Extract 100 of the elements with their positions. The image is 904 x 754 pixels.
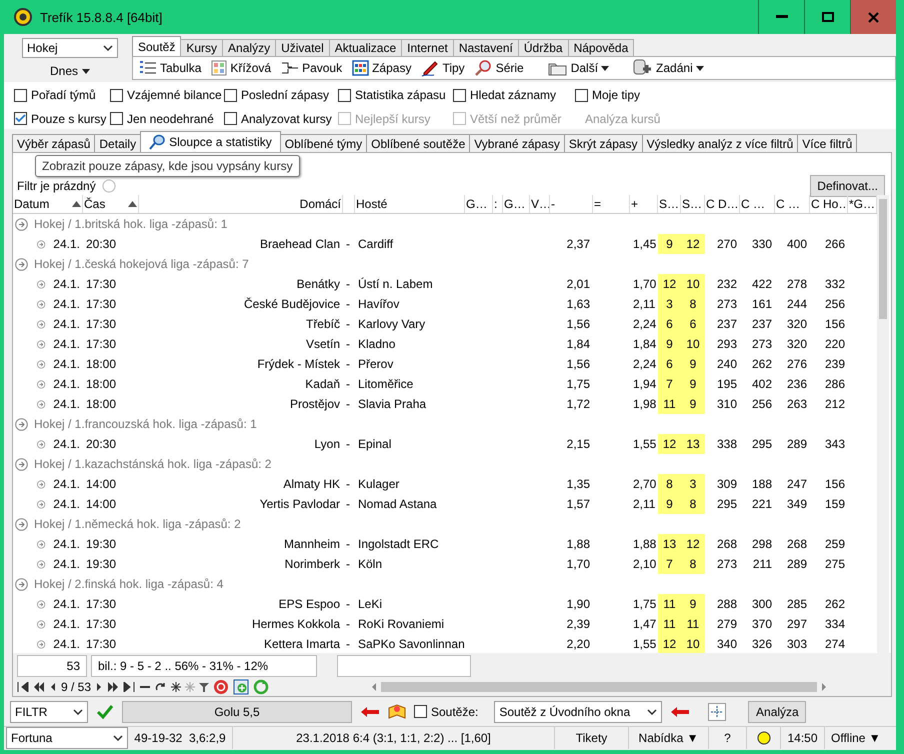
toolbar-button[interactable]: Tipy bbox=[421, 59, 465, 77]
previous-icon[interactable] bbox=[49, 682, 57, 692]
column-header[interactable]: Domácí bbox=[300, 197, 341, 212]
column-header[interactable]: G… bbox=[504, 197, 526, 212]
group-header[interactable]: Hokej / 1.česká hokejová liga -zápasů: 7 bbox=[34, 257, 249, 272]
panel-tab[interactable]: Vybrané zápasy bbox=[469, 134, 565, 152]
menu-tab[interactable]: Uživatel bbox=[275, 39, 330, 56]
vertical-scrollbar[interactable] bbox=[877, 195, 889, 654]
stop-icon[interactable] bbox=[213, 678, 230, 695]
group-header[interactable]: Hokej / 1.britská hok. liga -zápasů: 1 bbox=[34, 217, 228, 232]
panel-tab[interactable]: Více filtrů bbox=[797, 134, 858, 152]
menu-tab[interactable]: Analýzy bbox=[222, 39, 276, 56]
toolbar-button[interactable]: Křížová bbox=[211, 60, 272, 76]
column-header[interactable]: C … bbox=[776, 197, 800, 212]
panel-tab[interactable]: Sloupce a statistiky bbox=[140, 131, 281, 152]
close-button[interactable] bbox=[850, 0, 896, 34]
column-header[interactable]: S… bbox=[659, 197, 680, 212]
connection-menu[interactable]: Offline ▼ bbox=[825, 727, 887, 750]
table-cell: Vsetín bbox=[306, 337, 340, 352]
left-arrow-icon[interactable] bbox=[360, 706, 380, 717]
menu-tab[interactable]: Kursy bbox=[180, 39, 224, 56]
checkbox-option[interactable]: Analyzovat kursy bbox=[224, 110, 338, 128]
checkbox-option[interactable]: Pořadí týmů bbox=[14, 86, 110, 104]
table-cell: - bbox=[346, 277, 350, 292]
checkbox-option[interactable]: Hledat záznamy bbox=[453, 86, 575, 104]
sport-select[interactable]: Hokej bbox=[22, 38, 118, 58]
group-header[interactable]: Hokej / 1.německá hok. liga -zápasů: 2 bbox=[34, 517, 241, 532]
panel-tab[interactable]: Oblíbené týmy bbox=[280, 134, 368, 152]
checkbox-option[interactable]: Moje tipy bbox=[575, 86, 896, 104]
toolbar-button[interactable]: Tabulka bbox=[139, 60, 202, 76]
panel-tab[interactable]: Skrýt zápasy bbox=[564, 134, 643, 152]
group-header[interactable]: Hokej / 1.kazachstánská hok. liga -zápasů: 2 bbox=[34, 457, 272, 472]
add-icon[interactable] bbox=[233, 678, 250, 695]
checkbox-option[interactable]: Jen neodehrané bbox=[110, 110, 224, 128]
table-cell: Slavia Praha bbox=[358, 397, 426, 412]
checkmark-icon[interactable] bbox=[96, 704, 114, 720]
define-button[interactable]: Definovat... bbox=[810, 175, 885, 198]
fast-forward-icon[interactable] bbox=[107, 682, 120, 692]
toolbar-button[interactable]: Zápasy bbox=[352, 60, 412, 76]
table-cell: EPS Espoo bbox=[278, 597, 340, 612]
group-header[interactable]: Hokej / 2.finská hok. liga -zápasů: 4 bbox=[34, 577, 224, 592]
toolbar-button[interactable]: Další bbox=[548, 60, 610, 76]
panel-tab[interactable]: Výběr zápasů bbox=[12, 134, 96, 152]
column-header[interactable]: V… bbox=[531, 197, 549, 212]
next-icon[interactable] bbox=[95, 682, 104, 692]
analysis-button[interactable]: Analýza bbox=[748, 700, 806, 723]
column-header[interactable]: C … bbox=[741, 197, 765, 212]
checkbox-option[interactable]: Statistika zápasu bbox=[338, 86, 453, 104]
checkbox-option[interactable]: Poslední zápasy bbox=[224, 86, 338, 104]
column-header[interactable]: *G… bbox=[849, 197, 876, 212]
menu-tab[interactable]: Nastavení bbox=[452, 39, 519, 56]
filter-icon[interactable] bbox=[199, 682, 210, 692]
column-header[interactable]: S… bbox=[682, 197, 702, 212]
column-header[interactable]: : bbox=[494, 197, 498, 212]
table-cell: 266 bbox=[824, 237, 845, 252]
toolbar-button[interactable]: Série bbox=[474, 59, 524, 77]
table-cell: České Budějovice bbox=[244, 297, 340, 312]
panel-tab[interactable]: Výsledky analýz z více filtrů bbox=[642, 134, 798, 152]
redo-icon[interactable] bbox=[155, 682, 168, 692]
last-icon[interactable] bbox=[123, 682, 136, 692]
competition-select[interactable]: Soutěž z Úvodního okna bbox=[494, 700, 662, 723]
rewind-icon[interactable] bbox=[33, 682, 45, 692]
competitions-checkbox[interactable]: Soutěže: bbox=[414, 702, 478, 721]
checkbox-option[interactable]: Vzájemné bilance bbox=[110, 86, 224, 104]
menu-tab[interactable]: Aktualizace bbox=[328, 39, 402, 56]
tickets-button[interactable]: Tikety bbox=[555, 727, 629, 750]
move-icon[interactable] bbox=[708, 702, 726, 721]
column-header[interactable]: = bbox=[594, 197, 602, 212]
column-header[interactable]: C Ho… bbox=[811, 197, 847, 212]
first-icon[interactable] bbox=[17, 682, 29, 692]
column-header[interactable]: Hosté bbox=[356, 197, 388, 212]
panel-tab[interactable]: Detaily bbox=[94, 134, 142, 152]
menu-tab[interactable]: Internet bbox=[401, 39, 454, 56]
column-header[interactable]: G… bbox=[466, 197, 488, 212]
filter-select[interactable]: FILTR bbox=[10, 700, 88, 723]
menu-tab[interactable]: Nápověda bbox=[568, 39, 634, 56]
table-cell: 263 bbox=[786, 397, 807, 412]
group-header[interactable]: Hokej / 1.francouzská hok. liga -zápasů: 1 bbox=[34, 417, 257, 432]
toolbar-button[interactable]: Zadáni bbox=[633, 59, 704, 77]
table-cell: 1,47 bbox=[633, 617, 656, 632]
offer-menu[interactable]: Nabídka ▼ bbox=[629, 727, 709, 750]
filter-button[interactable]: Golu 5,5 bbox=[122, 700, 352, 723]
menu-tab[interactable]: Soutěž bbox=[132, 36, 182, 56]
bookmaker-select[interactable]: Fortuna bbox=[6, 727, 128, 750]
asterisk-icon[interactable] bbox=[171, 682, 182, 692]
last-result: 23.1.2018 6:4 (3:1, 1:1, 2:2) ... [1,60] bbox=[296, 731, 491, 746]
column-header[interactable]: Datum bbox=[14, 197, 50, 212]
column-header[interactable]: C D… bbox=[706, 197, 739, 212]
column-header[interactable]: Čas bbox=[84, 197, 106, 212]
column-header[interactable]: + bbox=[631, 197, 638, 212]
left-arrow-icon[interactable] bbox=[670, 706, 690, 717]
table-cell: 370 bbox=[752, 617, 772, 632]
menu-tab[interactable]: Údržba bbox=[518, 39, 569, 56]
table-cell: 1,75 bbox=[566, 377, 590, 392]
checkbox-option[interactable]: Pouze s kursy bbox=[14, 110, 110, 128]
refresh-icon[interactable] bbox=[253, 678, 270, 695]
help-button[interactable]: ? bbox=[709, 727, 747, 750]
day-dropdown[interactable]: Dnes bbox=[50, 62, 90, 80]
column-header[interactable]: - bbox=[551, 197, 555, 212]
toolbar-button[interactable]: Pavouk bbox=[281, 60, 342, 76]
